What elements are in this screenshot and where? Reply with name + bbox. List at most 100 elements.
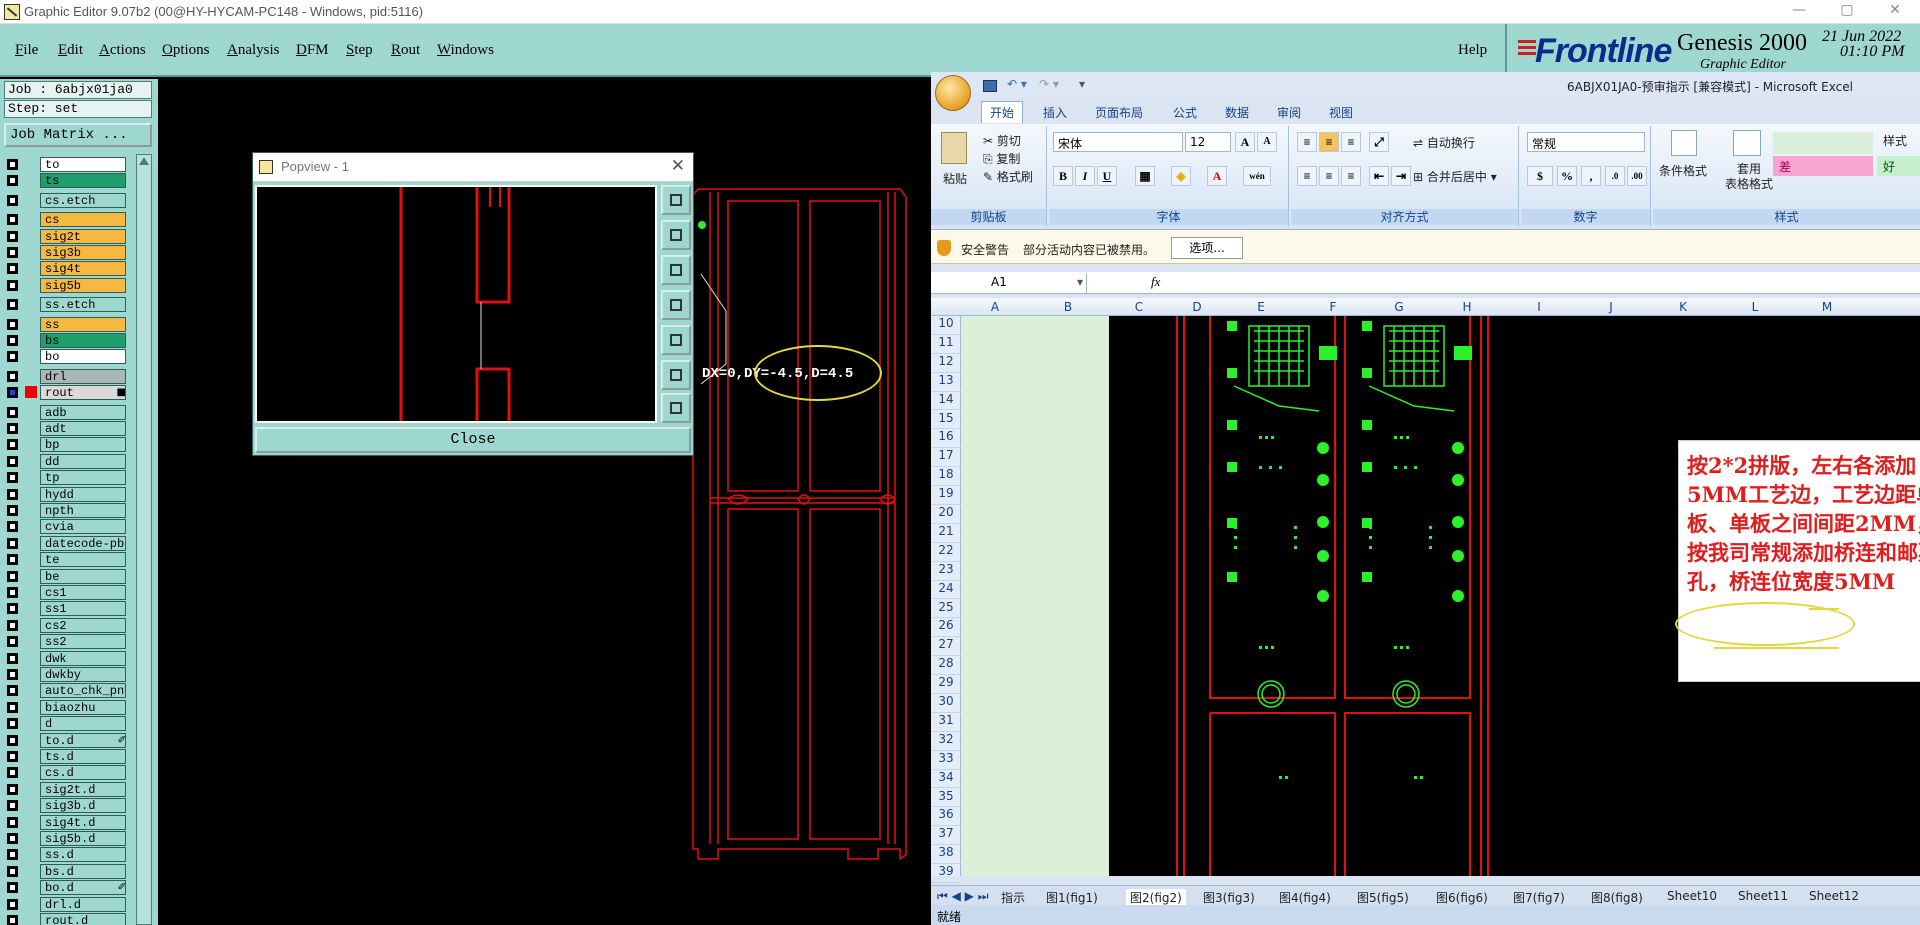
- row-header[interactable]: 19: [931, 486, 961, 505]
- row-header[interactable]: 33: [931, 751, 961, 770]
- row-header[interactable]: 11: [931, 335, 961, 354]
- pcb-image[interactable]: 按2*2拼版，左右各添加5MM工艺边，工艺边距单板、单板之间间距2MM，并按我司…: [1109, 316, 1920, 876]
- layer-name[interactable]: adt: [40, 421, 126, 436]
- layer-name[interactable]: to.d ✐: [40, 732, 126, 748]
- layer-checkbox[interactable]: [7, 718, 18, 730]
- layer-name[interactable]: sig4t: [40, 261, 126, 277]
- align-right-icon[interactable]: ≡: [1341, 166, 1361, 186]
- menu-step[interactable]: Step: [346, 42, 373, 59]
- layer-row[interactable]: rout ■: [4, 385, 126, 401]
- layer-row[interactable]: cs.etch: [4, 192, 126, 208]
- layer-checkbox[interactable]: [7, 263, 18, 275]
- underline-button[interactable]: U: [1097, 166, 1117, 186]
- sheet-tab[interactable]: 图8(fig8): [1591, 889, 1643, 906]
- zoom-home-icon[interactable]: [661, 393, 691, 423]
- layer-checkbox[interactable]: [7, 299, 18, 311]
- row-header[interactable]: 20: [931, 505, 961, 524]
- layer-checkbox[interactable]: [7, 423, 18, 434]
- layer-row[interactable]: bs: [4, 333, 126, 348]
- layer-checkbox[interactable]: [7, 214, 18, 226]
- layer-name[interactable]: cs1: [40, 585, 126, 600]
- layer-row[interactable]: sig5b: [4, 277, 126, 293]
- menu-actions[interactable]: Actions: [99, 42, 146, 59]
- currency-icon[interactable]: $: [1527, 166, 1553, 186]
- row-header[interactable]: 27: [931, 637, 961, 657]
- style-normal[interactable]: [1773, 132, 1873, 154]
- layer-name[interactable]: bp: [40, 437, 126, 453]
- row-header[interactable]: 25: [931, 600, 961, 619]
- layer-name[interactable]: cvia: [40, 519, 126, 535]
- layer-name[interactable]: cs.etch: [40, 192, 126, 208]
- layer-row[interactable]: ss: [4, 316, 126, 332]
- layer-name[interactable]: dwkby: [40, 667, 126, 682]
- row-header[interactable]: 14: [931, 392, 961, 411]
- layer-row[interactable]: te: [4, 552, 126, 568]
- layer-checkbox[interactable]: [7, 455, 18, 467]
- layer-checkbox[interactable]: [7, 318, 18, 330]
- percent-button[interactable]: %: [1557, 166, 1577, 186]
- column-header[interactable]: J: [1601, 300, 1621, 314]
- layer-row[interactable]: bo.d ✐: [4, 880, 126, 896]
- layer-row[interactable]: sig3b.d: [4, 798, 126, 814]
- layer-checkbox[interactable]: [7, 767, 18, 779]
- layer-row[interactable]: dd: [4, 453, 126, 469]
- layer-name[interactable]: sig5b.d: [40, 831, 126, 846]
- layer-row[interactable]: cs.d: [4, 765, 126, 781]
- job-matrix-button[interactable]: Job Matrix ...: [4, 123, 152, 147]
- qat-customize-icon[interactable]: ▾: [1079, 77, 1085, 91]
- decrease-decimal-icon[interactable]: .00: [1627, 166, 1647, 186]
- format-painter-button[interactable]: ✎ 格式刷: [983, 168, 1033, 185]
- column-header[interactable]: C: [1129, 300, 1149, 314]
- layer-name[interactable]: tp: [40, 470, 126, 486]
- menu-file[interactable]: File: [15, 42, 38, 59]
- row-header[interactable]: 29: [931, 675, 961, 694]
- layer-name[interactable]: hydd: [40, 486, 126, 502]
- popview-close-icon[interactable]: ✕: [671, 156, 685, 176]
- column-header[interactable]: H: [1457, 300, 1477, 314]
- tab-page-layout[interactable]: 页面布局: [1095, 104, 1143, 121]
- zoom-out-icon[interactable]: [661, 255, 691, 285]
- copy-button[interactable]: ⎘ 复制: [983, 150, 1020, 167]
- layer-name[interactable]: te: [40, 552, 126, 568]
- menu-help[interactable]: Help: [1458, 42, 1487, 59]
- layer-name[interactable]: drl: [40, 368, 126, 384]
- merge-center-button[interactable]: ⊞ 合并后居中 ▾: [1413, 168, 1497, 185]
- worksheet-grid[interactable]: 按2*2拼版，左右各添加5MM工艺边，工艺边距单板、单板之间间距2MM，并按我司…: [961, 316, 1920, 876]
- layer-checkbox[interactable]: [7, 194, 18, 206]
- layer-name[interactable]: cs2: [40, 617, 126, 633]
- layer-name[interactable]: ss: [40, 316, 126, 332]
- sheet-tab[interactable]: Sheet10: [1667, 889, 1717, 903]
- name-box[interactable]: A1: [931, 273, 1087, 293]
- align-bottom-icon[interactable]: ≡: [1341, 132, 1361, 152]
- layer-checkbox[interactable]: [7, 159, 18, 170]
- column-header[interactable]: L: [1745, 300, 1765, 314]
- layer-name[interactable]: d: [40, 716, 126, 732]
- layer-checkbox[interactable]: [7, 882, 18, 894]
- fx-icon[interactable]: fx: [1151, 274, 1160, 290]
- layer-row[interactable]: ss1: [4, 601, 126, 617]
- layer-row[interactable]: tp: [4, 470, 126, 486]
- layer-name[interactable]: dwk: [40, 650, 126, 666]
- save-icon[interactable]: [983, 80, 997, 92]
- layer-name[interactable]: biaozhu: [40, 699, 126, 715]
- column-header[interactable]: M: [1817, 300, 1837, 314]
- increase-decimal-icon[interactable]: .0: [1605, 166, 1625, 186]
- row-header[interactable]: 31: [931, 713, 961, 732]
- row-header[interactable]: 35: [931, 789, 961, 808]
- layer-row[interactable]: sig3b: [4, 245, 126, 260]
- layer-row[interactable]: cs2: [4, 617, 126, 633]
- layer-name[interactable]: rout ■: [40, 385, 126, 401]
- bold-button[interactable]: B: [1053, 166, 1073, 186]
- layer-checkbox[interactable]: [7, 833, 18, 844]
- layer-row[interactable]: bo: [4, 349, 126, 365]
- decrease-indent-icon[interactable]: ⇤: [1369, 166, 1389, 186]
- style-bad[interactable]: 差: [1773, 156, 1873, 176]
- tab-insert[interactable]: 插入: [1043, 104, 1067, 121]
- number-format-select[interactable]: 常规: [1527, 132, 1645, 152]
- menu-options[interactable]: Options: [162, 42, 210, 59]
- menu-edit[interactable]: Edit: [58, 42, 83, 59]
- layer-name[interactable]: dd: [40, 453, 126, 469]
- layer-checkbox[interactable]: [7, 554, 18, 566]
- phonetic-button[interactable]: wén: [1243, 166, 1271, 186]
- column-header[interactable]: E: [1251, 300, 1271, 314]
